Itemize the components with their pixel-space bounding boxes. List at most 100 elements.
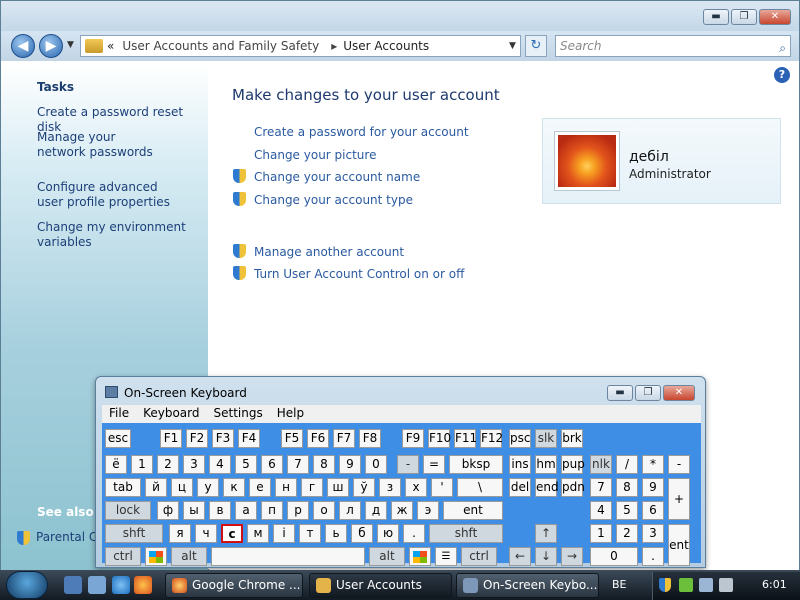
forward-button[interactable]: ▶ bbox=[39, 34, 63, 58]
key-num-minus[interactable]: - bbox=[668, 455, 690, 474]
key-u[interactable]: у bbox=[197, 478, 219, 497]
key-backspace[interactable]: bksp bbox=[449, 455, 503, 474]
taskbar-item-chrome[interactable]: Google Chrome ... bbox=[165, 573, 303, 598]
key-8[interactable]: 8 bbox=[313, 455, 335, 474]
key-ctrl-right[interactable]: ctrl bbox=[461, 547, 497, 566]
key-f11[interactable]: F11 bbox=[454, 429, 477, 448]
key-f4[interactable]: F4 bbox=[238, 429, 260, 448]
path-overflow[interactable]: « bbox=[107, 39, 114, 53]
key-6[interactable]: 6 bbox=[261, 455, 283, 474]
internet-explorer-icon[interactable] bbox=[112, 576, 130, 594]
refresh-button[interactable]: ↻ bbox=[525, 35, 547, 57]
security-shield-icon[interactable] bbox=[659, 578, 671, 592]
key-arrow-left[interactable]: ← bbox=[509, 547, 531, 566]
osk-close-button[interactable]: ✕ bbox=[663, 385, 695, 401]
key-yu[interactable]: ю bbox=[377, 524, 399, 543]
recent-pages-dropdown[interactable]: ▼ bbox=[67, 40, 74, 50]
back-button[interactable]: ◀ bbox=[11, 34, 35, 58]
parental-controls-link[interactable]: Parental Co bbox=[17, 530, 105, 545]
key-7[interactable]: 7 bbox=[287, 455, 309, 474]
key-m[interactable]: м bbox=[247, 524, 269, 543]
key-n[interactable]: н bbox=[275, 478, 297, 497]
breadcrumb-separator[interactable]: ▸ bbox=[331, 39, 337, 53]
menu-keyboard[interactable]: Keyboard bbox=[136, 405, 206, 423]
key-brk[interactable]: brk bbox=[561, 429, 583, 448]
key-z[interactable]: з bbox=[379, 478, 401, 497]
menu-settings[interactable]: Settings bbox=[207, 405, 270, 423]
key-num-8[interactable]: 8 bbox=[616, 478, 638, 497]
taskbar-item-osk[interactable]: On-Screen Keybo... bbox=[456, 573, 599, 598]
key-windows-left[interactable] bbox=[145, 547, 167, 566]
key-f6[interactable]: F6 bbox=[307, 429, 329, 448]
key-equals[interactable]: = bbox=[423, 455, 445, 474]
key-f[interactable]: ф bbox=[157, 501, 179, 520]
key-o[interactable]: о bbox=[313, 501, 335, 520]
key-soft-sign[interactable]: ь bbox=[325, 524, 347, 543]
clock[interactable]: 6:01 bbox=[762, 578, 787, 591]
address-bar[interactable]: « User Accounts and Family Safety ▸ User… bbox=[80, 35, 521, 57]
key-p[interactable]: п bbox=[261, 501, 283, 520]
key-capslock[interactable]: lock bbox=[105, 501, 151, 520]
key-5[interactable]: 5 bbox=[235, 455, 257, 474]
key-f8[interactable]: F8 bbox=[359, 429, 381, 448]
task-environment-variables[interactable]: Change my environment variables bbox=[37, 220, 187, 250]
key-ya[interactable]: я bbox=[169, 524, 191, 543]
key-minus[interactable]: - bbox=[397, 455, 419, 474]
key-f2[interactable]: F2 bbox=[186, 429, 208, 448]
key-home[interactable]: hm bbox=[535, 455, 557, 474]
key-g[interactable]: г bbox=[301, 478, 323, 497]
key-num-4[interactable]: 4 bbox=[590, 501, 612, 520]
key-num-6[interactable]: 6 bbox=[642, 501, 664, 520]
key-num-2[interactable]: 2 bbox=[616, 524, 638, 543]
help-icon[interactable]: ? bbox=[774, 67, 790, 83]
breadcrumb-user-accounts[interactable]: User Accounts bbox=[343, 39, 429, 53]
key-apostrophe[interactable]: ' bbox=[431, 478, 453, 497]
key-shift-right[interactable]: shft bbox=[429, 524, 503, 543]
taskbar-item-user-accounts[interactable]: User Accounts bbox=[309, 573, 452, 598]
key-e[interactable]: е bbox=[249, 478, 271, 497]
key-esc[interactable]: esc bbox=[105, 429, 131, 448]
link-uac[interactable]: Turn User Account Control on or off bbox=[254, 267, 464, 281]
key-windows-right[interactable] bbox=[409, 547, 431, 566]
key-num-enter[interactable]: ent bbox=[668, 524, 690, 566]
key-alt-left[interactable]: alt bbox=[171, 547, 207, 566]
link-create-password[interactable]: Create a password for your account bbox=[254, 125, 469, 139]
key-num-7[interactable]: 7 bbox=[590, 478, 612, 497]
key-1[interactable]: 1 bbox=[131, 455, 153, 474]
link-manage-another[interactable]: Manage another account bbox=[254, 245, 404, 259]
key-kh[interactable]: х bbox=[405, 478, 427, 497]
key-i[interactable]: і bbox=[273, 524, 295, 543]
osk-minimize-button[interactable]: ▬ bbox=[607, 385, 633, 401]
task-network-passwords[interactable]: Manage your network passwords bbox=[37, 130, 167, 160]
key-s-hovered[interactable]: с bbox=[221, 524, 243, 543]
key-ins[interactable]: ins bbox=[509, 455, 531, 474]
minimize-button[interactable]: ▬ bbox=[703, 9, 729, 25]
key-pgup[interactable]: pup bbox=[561, 455, 585, 474]
key-r[interactable]: р bbox=[287, 501, 309, 520]
key-del[interactable]: del bbox=[509, 478, 531, 497]
link-change-name[interactable]: Change your account name bbox=[254, 170, 420, 184]
update-icon[interactable] bbox=[679, 578, 693, 592]
key-num-9[interactable]: 9 bbox=[642, 478, 664, 497]
search-input[interactable]: Search ⌕ bbox=[555, 35, 791, 57]
show-desktop-icon[interactable] bbox=[64, 576, 82, 594]
key-ctrl-left[interactable]: ctrl bbox=[105, 547, 141, 566]
firefox-icon[interactable] bbox=[134, 576, 152, 594]
menu-file[interactable]: File bbox=[102, 405, 136, 423]
key-b[interactable]: б bbox=[351, 524, 373, 543]
key-yeru[interactable]: ы bbox=[183, 501, 205, 520]
key-num-0[interactable]: 0 bbox=[590, 547, 638, 566]
search-icon[interactable]: ⌕ bbox=[779, 38, 786, 58]
key-f12[interactable]: F12 bbox=[480, 429, 503, 448]
key-9[interactable]: 9 bbox=[339, 455, 361, 474]
key-v[interactable]: в bbox=[209, 501, 231, 520]
key-ch[interactable]: ч bbox=[195, 524, 217, 543]
key-3[interactable]: 3 bbox=[183, 455, 205, 474]
menu-help[interactable]: Help bbox=[270, 405, 311, 423]
language-indicator[interactable]: BE bbox=[612, 578, 627, 591]
key-f10[interactable]: F10 bbox=[428, 429, 451, 448]
key-e-rev[interactable]: э bbox=[417, 501, 439, 520]
key-2[interactable]: 2 bbox=[157, 455, 179, 474]
key-sh[interactable]: ш bbox=[327, 478, 349, 497]
key-menu[interactable]: ☰ bbox=[435, 547, 457, 566]
